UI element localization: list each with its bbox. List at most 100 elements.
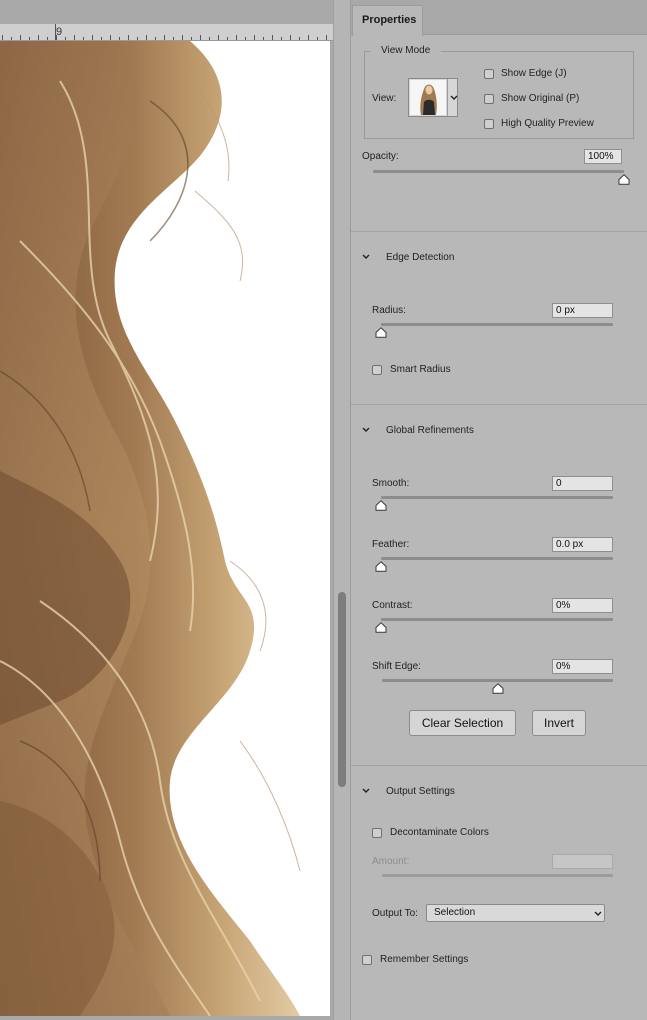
radius-field[interactable]: 0 px bbox=[552, 303, 613, 318]
smooth-field[interactable]: 0 bbox=[552, 476, 613, 491]
ruler-tick bbox=[263, 37, 264, 40]
hair-photo[interactable] bbox=[0, 41, 330, 1016]
ruler-tick bbox=[83, 37, 84, 40]
vertical-scrollbar[interactable] bbox=[333, 0, 350, 1020]
feather-slider-track[interactable] bbox=[381, 557, 613, 560]
ruler-tick bbox=[92, 35, 93, 40]
slider-thumb-icon[interactable] bbox=[618, 174, 630, 185]
ruler-tick bbox=[119, 37, 120, 40]
ruler-tick bbox=[200, 35, 201, 40]
edge-detection-header[interactable]: Edge Detection bbox=[386, 252, 454, 263]
ruler-tick bbox=[191, 37, 192, 40]
opacity-label: Opacity: bbox=[362, 151, 399, 162]
shift-edge-label: Shift Edge: bbox=[372, 661, 421, 672]
ruler-tick bbox=[317, 37, 318, 40]
ruler-tick bbox=[290, 35, 291, 40]
remember-settings-checkbox[interactable] bbox=[362, 955, 372, 965]
chevron-down-icon[interactable] bbox=[361, 426, 371, 434]
ruler-tick bbox=[38, 35, 39, 40]
ruler-tick bbox=[101, 37, 102, 40]
feather-field[interactable]: 0.0 px bbox=[552, 537, 613, 552]
show-original-label: Show Original (P) bbox=[501, 93, 580, 104]
ruler-tick bbox=[110, 35, 111, 40]
ruler-tick bbox=[308, 35, 309, 40]
global-refinements-header[interactable]: Global Refinements bbox=[386, 425, 474, 436]
section-divider bbox=[351, 765, 647, 766]
amount-label: Amount: bbox=[372, 856, 410, 867]
canvas-area[interactable]: 9 bbox=[0, 0, 333, 1020]
smooth-label: Smooth: bbox=[372, 478, 410, 489]
properties-panel: Properties View Mode View: Show Edge (J)… bbox=[350, 0, 647, 1020]
opacity-slider-track[interactable] bbox=[373, 170, 624, 173]
ruler-tick bbox=[182, 35, 183, 40]
ruler-tick bbox=[155, 37, 156, 40]
output-to-select[interactable]: Selection bbox=[426, 904, 605, 922]
shift-edge-field[interactable]: 0% bbox=[552, 659, 613, 674]
show-edge-label: Show Edge (J) bbox=[501, 68, 567, 79]
output-to-value: Selection bbox=[434, 907, 476, 918]
ruler-tick bbox=[281, 37, 282, 40]
slider-thumb-icon[interactable] bbox=[375, 561, 387, 572]
ruler-tick bbox=[11, 37, 12, 40]
ruler-tick bbox=[2, 35, 3, 40]
scrollbar-thumb[interactable] bbox=[338, 592, 346, 787]
panel-tab-bar: Properties bbox=[351, 0, 647, 36]
slider-thumb-icon[interactable] bbox=[375, 622, 387, 633]
decontaminate-colors-checkbox[interactable] bbox=[372, 828, 382, 838]
clear-selection-button[interactable]: Clear Selection bbox=[409, 710, 516, 736]
ruler-tick bbox=[272, 35, 273, 40]
opacity-field[interactable]: 100% bbox=[584, 149, 622, 164]
smart-radius-checkbox[interactable] bbox=[372, 365, 382, 375]
high-quality-preview-checkbox[interactable] bbox=[484, 119, 494, 129]
ruler-tick bbox=[65, 37, 66, 40]
slider-thumb-icon[interactable] bbox=[375, 500, 387, 511]
contrast-field[interactable]: 0% bbox=[552, 598, 613, 613]
high-quality-preview-label: High Quality Preview bbox=[501, 118, 594, 129]
smooth-slider-track[interactable] bbox=[381, 496, 613, 499]
radius-slider-track[interactable] bbox=[381, 323, 613, 326]
view-mode-thumbnail bbox=[410, 80, 446, 115]
tab-properties[interactable]: Properties bbox=[352, 5, 423, 36]
ruler-tick bbox=[236, 35, 237, 40]
ruler-tick bbox=[137, 37, 138, 40]
view-mode-border-right bbox=[441, 51, 634, 52]
view-mode-legend: View Mode bbox=[381, 45, 431, 56]
output-to-label: Output To: bbox=[372, 908, 418, 919]
slider-thumb-icon[interactable] bbox=[375, 327, 387, 338]
ruler-tick bbox=[146, 35, 147, 40]
view-mode-border-left bbox=[364, 51, 370, 52]
view-mode-dropdown-button[interactable] bbox=[447, 79, 458, 116]
amount-slider-track bbox=[382, 874, 613, 877]
invert-button[interactable]: Invert bbox=[532, 710, 586, 736]
amount-field bbox=[552, 854, 613, 869]
ruler-tick bbox=[245, 37, 246, 40]
view-label: View: bbox=[372, 93, 397, 104]
shift-edge-slider-track[interactable] bbox=[382, 679, 613, 682]
decontaminate-colors-label: Decontaminate Colors bbox=[390, 827, 489, 838]
ruler-tick bbox=[326, 35, 327, 40]
ruler-tick bbox=[218, 35, 219, 40]
ruler-tick bbox=[20, 35, 21, 40]
ruler-tick bbox=[173, 37, 174, 40]
section-divider bbox=[351, 231, 647, 232]
view-mode-picker[interactable] bbox=[408, 78, 458, 117]
ruler-tick bbox=[164, 35, 165, 40]
smart-radius-label: Smart Radius bbox=[390, 364, 451, 375]
remember-settings-label: Remember Settings bbox=[380, 954, 469, 965]
slider-thumb-icon[interactable] bbox=[492, 683, 504, 694]
ruler-tick bbox=[74, 35, 75, 40]
ruler-tick bbox=[56, 35, 57, 40]
ruler-tick-major bbox=[55, 24, 56, 40]
chevron-down-icon[interactable] bbox=[361, 787, 371, 795]
ruler-tick bbox=[254, 35, 255, 40]
chevron-down-icon bbox=[450, 95, 458, 100]
horizontal-ruler: 9 bbox=[0, 24, 333, 41]
show-original-checkbox[interactable] bbox=[484, 94, 494, 104]
output-settings-header[interactable]: Output Settings bbox=[386, 786, 455, 797]
contrast-label: Contrast: bbox=[372, 600, 413, 611]
chevron-down-icon bbox=[594, 911, 602, 916]
chevron-down-icon[interactable] bbox=[361, 253, 371, 261]
show-edge-checkbox[interactable] bbox=[484, 69, 494, 79]
ruler-tick bbox=[29, 37, 30, 40]
contrast-slider-track[interactable] bbox=[381, 618, 613, 621]
